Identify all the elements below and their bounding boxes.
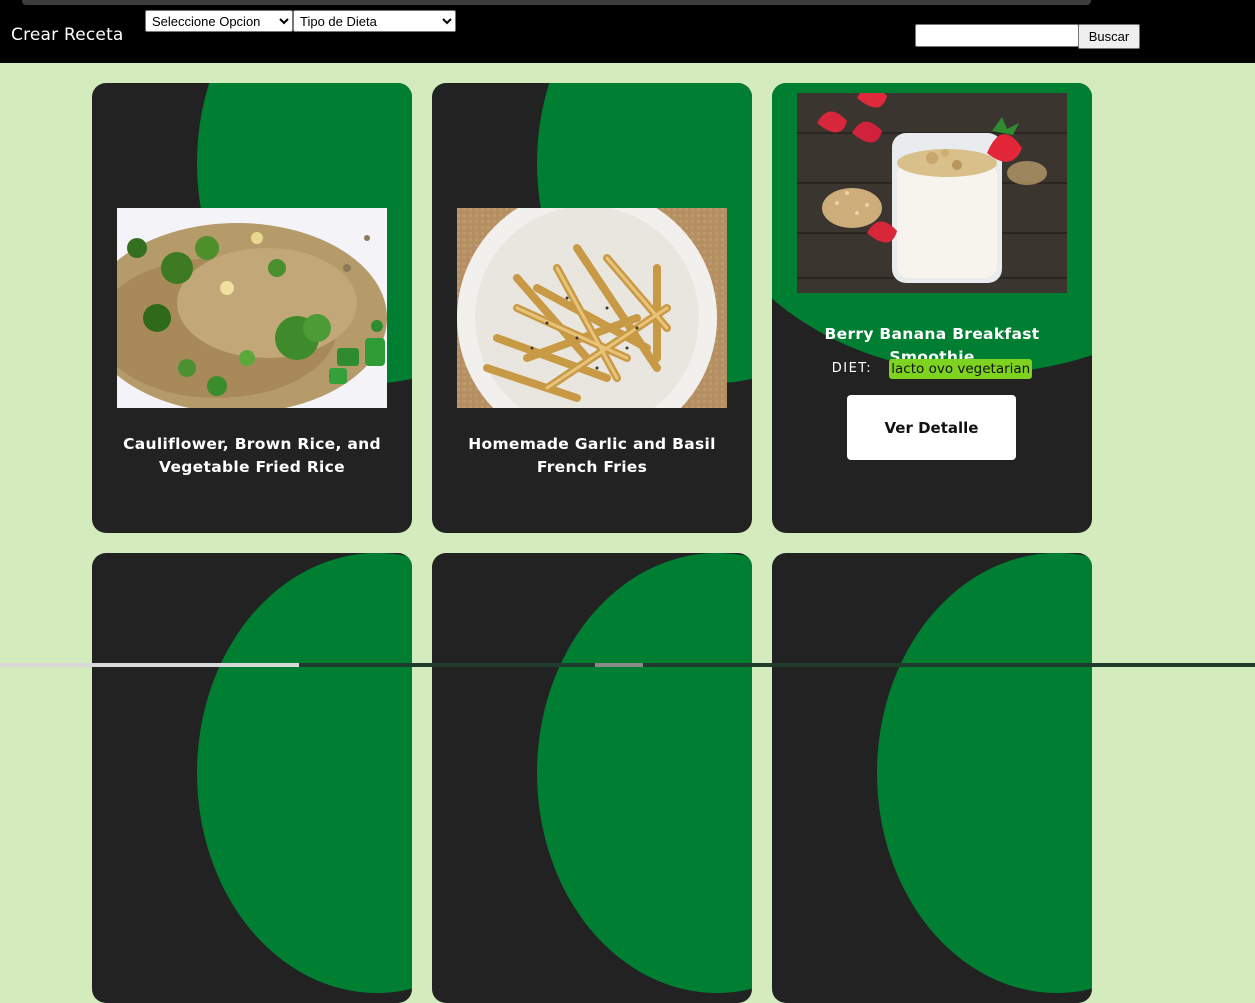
french-fries-photo (457, 208, 727, 408)
fried-rice-photo (117, 208, 387, 408)
recipe-image (797, 93, 1067, 293)
create-recipe-link[interactable]: Crear Receta (11, 25, 124, 45)
recipe-card[interactable] (92, 553, 412, 1003)
recipe-image (457, 208, 727, 408)
scrollbar-marker (595, 663, 643, 667)
view-detail-button[interactable]: Ver Detalle (847, 395, 1016, 460)
navbar: Crear Receta Seleccione Opcion Tipo de D… (0, 9, 1255, 63)
recipe-card[interactable]: Cauliflower, Brown Rice, and Vegetable F… (92, 83, 412, 533)
scrollbar-thumb[interactable] (0, 663, 299, 667)
card-accent-shape (197, 553, 412, 993)
search-button[interactable]: Buscar (1078, 24, 1140, 49)
recipe-image (117, 208, 387, 408)
order-select[interactable]: Seleccione Opcion (145, 10, 293, 32)
recipe-title: Homemade Garlic and Basil French Fries (468, 435, 716, 476)
tab-strip-bar (22, 0, 1091, 5)
recipe-title: Cauliflower, Brown Rice, and Vegetable F… (123, 435, 381, 476)
recipe-card[interactable]: Berry Banana Breakfast Smoothie DIET: la… (772, 83, 1092, 533)
recipe-card[interactable] (772, 553, 1092, 1003)
diet-label: DIET: (831, 361, 873, 376)
recipe-card[interactable] (432, 553, 752, 1003)
card-accent-shape (537, 553, 752, 993)
smoothie-photo (797, 93, 1067, 293)
card-accent-shape (877, 553, 1092, 993)
diet-tag: lacto ovo vegetarian (889, 358, 1033, 379)
diet-type-select[interactable]: Tipo de Dieta (293, 10, 456, 32)
search-input[interactable] (915, 24, 1079, 47)
browser-top-strip (0, 0, 1255, 9)
recipe-card[interactable]: Homemade Garlic and Basil French Fries (432, 83, 752, 533)
diet-row: DIET: lacto ovo vegetarian (772, 358, 1092, 379)
